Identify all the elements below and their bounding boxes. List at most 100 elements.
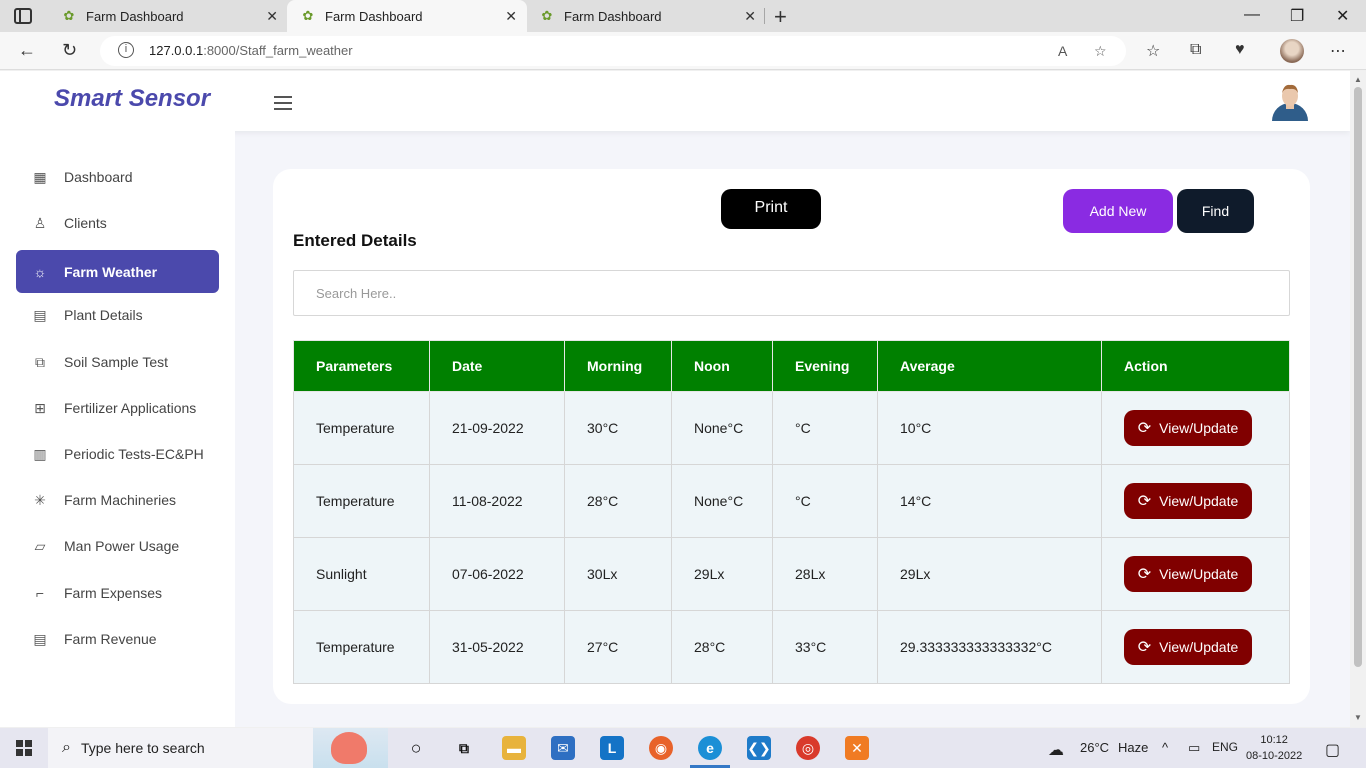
- taskbar-clock[interactable]: 10:12 08-10-2022: [1246, 732, 1302, 764]
- tray-chevron-icon[interactable]: ^: [1162, 740, 1168, 755]
- sidebar-item-dashboard[interactable]: ▦ Dashboard: [16, 155, 219, 198]
- back-icon[interactable]: ←: [18, 40, 36, 61]
- weather-desc[interactable]: Haze: [1118, 740, 1148, 755]
- brand-logo[interactable]: Smart Sensor: [54, 85, 210, 113]
- tab-actions-icon[interactable]: [14, 8, 32, 24]
- user-avatar[interactable]: [1272, 81, 1308, 121]
- cell-morning: 30°C: [564, 391, 672, 465]
- sidebar-item-fertilizer-applications[interactable]: ⊞ Fertilizer Applications: [16, 386, 219, 429]
- search-highlight-image: [313, 728, 388, 768]
- xampp-icon[interactable]: ✕: [845, 736, 869, 760]
- new-tab-icon[interactable]: +: [774, 4, 787, 30]
- site-info-icon[interactable]: i: [118, 42, 134, 58]
- url-field[interactable]: i 127.0.0.1:8000/Staff_farm_weather A ☆: [100, 36, 1126, 66]
- close-tab-icon[interactable]: ✕: [744, 8, 756, 25]
- browser-tab[interactable]: ✿ Farm Dashboard ✕: [48, 0, 288, 32]
- refresh-icon: ⟳: [1137, 420, 1152, 437]
- refresh-icon[interactable]: ↻: [62, 40, 77, 61]
- restore-icon[interactable]: ❐: [1290, 6, 1304, 26]
- cell-parameter: Sunlight: [293, 537, 430, 611]
- chrome-icon[interactable]: ◎: [796, 736, 820, 760]
- cell-average: 10°C: [877, 391, 1102, 465]
- task-view-icon[interactable]: ⧉: [452, 736, 476, 760]
- sidebar-item-man-power-usage[interactable]: ▱ Man Power Usage: [16, 524, 219, 567]
- performance-icon[interactable]: ♥: [1235, 41, 1245, 59]
- vscode-icon[interactable]: ❮❯: [747, 736, 771, 760]
- sidebar-item-farm-revenue[interactable]: ▤ Farm Revenue: [16, 617, 219, 660]
- cell-noon: 29Lx: [671, 537, 773, 611]
- add-new-button[interactable]: Add New: [1063, 189, 1173, 233]
- scroll-down-icon[interactable]: ▼: [1354, 713, 1362, 722]
- print-button[interactable]: Print: [721, 189, 821, 229]
- table-row: Temperature 21-09-2022 30°C None°C °C 10…: [293, 391, 1290, 465]
- scrollbar-thumb[interactable]: [1354, 87, 1362, 667]
- refresh-icon: ⟳: [1137, 639, 1152, 656]
- cortana-icon[interactable]: ○: [404, 736, 428, 760]
- sidebar-item-farm-expenses[interactable]: ⌐ Farm Expenses: [16, 571, 219, 614]
- search-icon: ⌕: [62, 739, 71, 756]
- sidebar-item-soil-sample-test[interactable]: ⧉ Soil Sample Test: [16, 340, 219, 383]
- map-icon: ▱: [34, 537, 46, 554]
- taskbar-search-box[interactable]: ⌕ Type here to search: [48, 728, 388, 768]
- sidebar-item-clients[interactable]: ♙ Clients: [16, 201, 219, 244]
- view-update-button[interactable]: ⟳ View/Update: [1124, 556, 1252, 592]
- section-title: Entered Details: [293, 231, 417, 250]
- sidebar-item-label: Man Power Usage: [64, 537, 180, 554]
- sidebar-item-periodic-tests[interactable]: ▥ Periodic Tests-EC&PH: [16, 432, 219, 475]
- view-update-button[interactable]: ⟳ View/Update: [1124, 483, 1252, 519]
- browser-tab-bar: ✿ Farm Dashboard ✕ ✿ Farm Dashboard ✕ ✿ …: [0, 0, 1366, 32]
- tab-title: Farm Dashboard: [564, 8, 662, 24]
- page-scrollbar[interactable]: ▲ ▼: [1350, 71, 1366, 727]
- edge-icon[interactable]: e: [698, 736, 722, 760]
- sidebar-item-label: Farm Weather: [64, 263, 158, 280]
- cell-evening: °C: [772, 391, 878, 465]
- more-icon[interactable]: ⋯: [1330, 41, 1346, 61]
- close-window-icon[interactable]: ✕: [1336, 6, 1349, 26]
- display-icon[interactable]: ▭: [1188, 740, 1200, 756]
- profile-icon[interactable]: [1280, 39, 1304, 63]
- cell-action: ⟳ View/Update: [1101, 537, 1290, 611]
- language-indicator[interactable]: ENG: [1212, 740, 1238, 754]
- sidebar-item-farm-machineries[interactable]: ✳ Farm Machineries: [16, 478, 219, 521]
- cell-evening: 33°C: [772, 610, 878, 684]
- weather-temp[interactable]: 26°C: [1080, 740, 1109, 755]
- column-header: Morning: [564, 340, 672, 392]
- grid-square-icon: ⊞: [34, 399, 46, 416]
- file-explorer-icon[interactable]: ▬: [502, 736, 526, 760]
- mail-icon[interactable]: ✉: [551, 736, 575, 760]
- firefox-icon[interactable]: ◉: [649, 736, 673, 760]
- cell-date: 11-08-2022: [429, 464, 565, 538]
- cell-noon: None°C: [671, 391, 773, 465]
- view-update-button[interactable]: ⟳ View/Update: [1124, 629, 1252, 665]
- cell-average: 14°C: [877, 464, 1102, 538]
- add-favorite-icon[interactable]: ☆: [1094, 43, 1107, 60]
- close-tab-icon[interactable]: ✕: [266, 8, 278, 25]
- windows-start-icon[interactable]: [16, 740, 32, 756]
- cell-evening: °C: [772, 464, 878, 538]
- read-aloud-icon[interactable]: A: [1058, 43, 1067, 59]
- close-tab-icon[interactable]: ✕: [505, 8, 517, 25]
- l-app-icon[interactable]: L: [600, 736, 624, 760]
- favorites-icon[interactable]: ☆: [1146, 41, 1160, 61]
- view-update-button[interactable]: ⟳ View/Update: [1124, 410, 1252, 446]
- sidebar-item-label: Soil Sample Test: [64, 353, 169, 370]
- hamburger-menu-icon[interactable]: [274, 96, 292, 110]
- windows-taskbar: ⌕ Type here to search ○ ⧉ ▬ ✉ L ◉ e ❮❯ ◎…: [0, 728, 1366, 768]
- find-button[interactable]: Find: [1177, 189, 1254, 233]
- minimize-icon[interactable]: —: [1244, 6, 1260, 24]
- sidebar-item-label: Fertilizer Applications: [64, 399, 197, 416]
- notifications-icon[interactable]: ▢: [1325, 740, 1340, 760]
- scroll-up-icon[interactable]: ▲: [1354, 75, 1362, 84]
- browser-tab[interactable]: ✿ Farm Dashboard ✕: [526, 0, 766, 32]
- web-page: Smart Sensor ▦ Dashboard ♙ Clients ☼ Farm W…: [0, 71, 1350, 727]
- sidebar-item-label: Farm Revenue: [64, 630, 157, 647]
- browser-tab-active[interactable]: ✿ Farm Dashboard ✕: [287, 0, 527, 32]
- weather-icon[interactable]: ☁: [1048, 740, 1064, 760]
- sidebar-item-farm-weather[interactable]: ☼ Farm Weather: [16, 250, 219, 293]
- sidebar-item-label: Farm Expenses: [64, 584, 163, 601]
- search-input[interactable]: [293, 270, 1290, 316]
- table-row: Temperature 11-08-2022 28°C None°C °C 14…: [293, 464, 1290, 538]
- sidebar-item-plant-details[interactable]: ▤ Plant Details: [16, 293, 219, 336]
- collections-icon[interactable]: ⧉: [1190, 41, 1201, 59]
- sun-icon: ☼: [33, 263, 47, 280]
